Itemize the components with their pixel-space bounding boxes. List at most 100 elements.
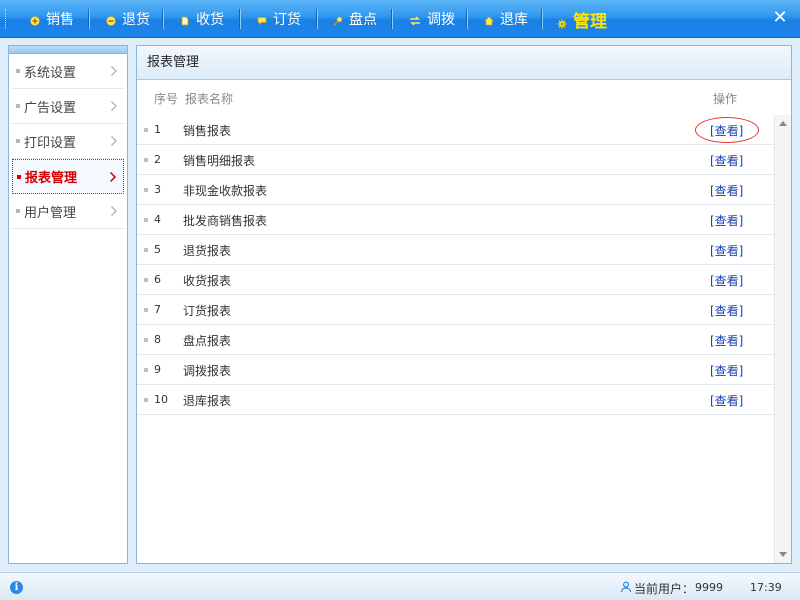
row-seq: 8 <box>154 333 161 346</box>
column-header-seq: 序号 <box>154 92 179 106</box>
row-name: 销售报表 <box>183 124 232 138</box>
row-name: 退货报表 <box>183 244 232 258</box>
nav-stock-return-label: 退库 <box>500 12 528 28</box>
view-link[interactable]: [查看] <box>710 242 743 259</box>
nav-sales[interactable]: 销售 <box>30 0 74 38</box>
bullet-icon <box>144 308 148 312</box>
table-row: 9 调拨报表 [查看] <box>137 355 774 385</box>
row-seq: 2 <box>154 153 161 166</box>
nav-receive-label: 收货 <box>196 12 224 28</box>
view-link[interactable]: [查看] <box>710 212 743 229</box>
nav-separator <box>88 9 90 29</box>
nav-separator <box>541 9 543 29</box>
scroll-up-arrow-icon[interactable] <box>779 121 787 126</box>
row-seq: 5 <box>154 243 161 256</box>
clock-time: 17:39 <box>750 581 782 594</box>
table-row: 7 订货报表 [查看] <box>137 295 774 325</box>
minus-circle-icon <box>106 14 116 26</box>
column-header-name: 报表名称 <box>185 92 234 106</box>
row-name: 非现金收款报表 <box>183 184 268 198</box>
plus-circle-icon <box>30 14 40 26</box>
close-button[interactable]: ✕ <box>772 9 788 27</box>
bullet-icon <box>16 69 20 73</box>
chevron-right-icon <box>111 66 117 76</box>
sidebar-item-print-settings[interactable]: 打印设置 <box>12 124 124 159</box>
sidebar-item-system-settings[interactable]: 系统设置 <box>12 54 124 89</box>
row-name: 盘点报表 <box>183 334 232 348</box>
panel-title: 报表管理 <box>137 46 791 80</box>
nav-separator <box>162 9 164 29</box>
row-seq: 10 <box>154 393 168 406</box>
column-header-action: 操作 <box>713 92 738 106</box>
user-icon <box>620 581 632 593</box>
vertical-scrollbar[interactable] <box>774 115 791 563</box>
bullet-icon <box>144 218 148 222</box>
nav-stock-return[interactable]: 退库 <box>484 0 528 38</box>
view-link[interactable]: [查看] <box>710 122 743 139</box>
row-seq: 7 <box>154 303 161 316</box>
swap-arrows-icon <box>409 14 421 26</box>
row-seq: 4 <box>154 213 161 226</box>
sidebar-item-label: 系统设置 <box>24 65 77 81</box>
bullet-icon <box>144 398 148 402</box>
sidebar-item-user-management[interactable]: 用户管理 <box>12 194 124 229</box>
bullet-icon <box>144 368 148 372</box>
nav-order[interactable]: 订货 <box>257 0 301 38</box>
row-name: 订货报表 <box>183 304 232 318</box>
nav-inventory-label: 盘点 <box>349 12 377 28</box>
view-link[interactable]: [查看] <box>710 392 743 409</box>
table-row: 3 非现金收款报表 [查看] <box>137 175 774 205</box>
nav-return-label: 退货 <box>122 12 150 28</box>
row-seq: 1 <box>154 123 161 136</box>
toolbar-grip <box>5 9 8 29</box>
report-panel: 报表管理 序号 报表名称 操作 1 销售报表 [查看] 2 销售明细报表 [查看… <box>136 45 792 564</box>
view-link[interactable]: [查看] <box>710 182 743 199</box>
table-row: 10 退库报表 [查看] <box>137 385 774 415</box>
sidebar-item-label: 打印设置 <box>24 135 77 151</box>
info-icon[interactable]: i <box>10 581 23 594</box>
top-nav-bar: 销售 退货 收货 订货 盘点 调拨 退库 管理 ✕ <box>0 0 800 38</box>
nav-manage-label: 管理 <box>573 11 607 32</box>
bullet-icon <box>16 139 20 143</box>
view-link[interactable]: [查看] <box>710 302 743 319</box>
nav-inventory[interactable]: 盘点 <box>333 0 377 38</box>
view-link[interactable]: [查看] <box>710 362 743 379</box>
document-icon <box>180 14 190 26</box>
row-name: 批发商销售报表 <box>183 214 268 228</box>
bullet-icon <box>144 128 148 132</box>
table-row: 2 销售明细报表 [查看] <box>137 145 774 175</box>
sidebar-header-strip <box>9 46 127 54</box>
view-link[interactable]: [查看] <box>710 272 743 289</box>
bullet-icon <box>144 338 148 342</box>
sidebar: 系统设置 广告设置 打印设置 报表管理 用户管理 <box>8 45 128 564</box>
nav-transfer-label: 调拨 <box>427 12 455 28</box>
nav-separator <box>239 9 241 29</box>
sidebar-item-report-management[interactable]: 报表管理 <box>12 159 124 194</box>
current-user-label: 当前用户： <box>634 582 695 596</box>
row-name: 销售明细报表 <box>183 154 256 168</box>
row-name: 退库报表 <box>183 394 232 408</box>
nav-sales-label: 销售 <box>46 12 74 28</box>
key-icon <box>333 14 343 26</box>
close-icon: ✕ <box>772 7 788 28</box>
bullet-icon <box>144 278 148 282</box>
row-name: 调拨报表 <box>183 364 232 378</box>
scroll-down-arrow-icon[interactable] <box>779 552 787 557</box>
view-link[interactable]: [查看] <box>710 332 743 349</box>
chevron-right-icon <box>111 136 117 146</box>
sidebar-item-ad-settings[interactable]: 广告设置 <box>12 89 124 124</box>
table-row: 4 批发商销售报表 [查看] <box>137 205 774 235</box>
bullet-icon <box>16 104 20 108</box>
table-row: 1 销售报表 [查看] <box>137 115 774 145</box>
view-link[interactable]: [查看] <box>710 152 743 169</box>
comment-icon <box>257 14 267 26</box>
sidebar-item-label: 用户管理 <box>24 205 77 221</box>
nav-return[interactable]: 退货 <box>106 0 150 38</box>
bullet-icon <box>144 188 148 192</box>
nav-receive[interactable]: 收货 <box>180 0 224 38</box>
nav-transfer[interactable]: 调拨 <box>409 0 455 38</box>
row-seq: 9 <box>154 363 161 376</box>
nav-manage[interactable]: 管理 <box>557 0 607 38</box>
chevron-right-icon <box>111 206 117 216</box>
bullet-icon <box>17 175 21 179</box>
